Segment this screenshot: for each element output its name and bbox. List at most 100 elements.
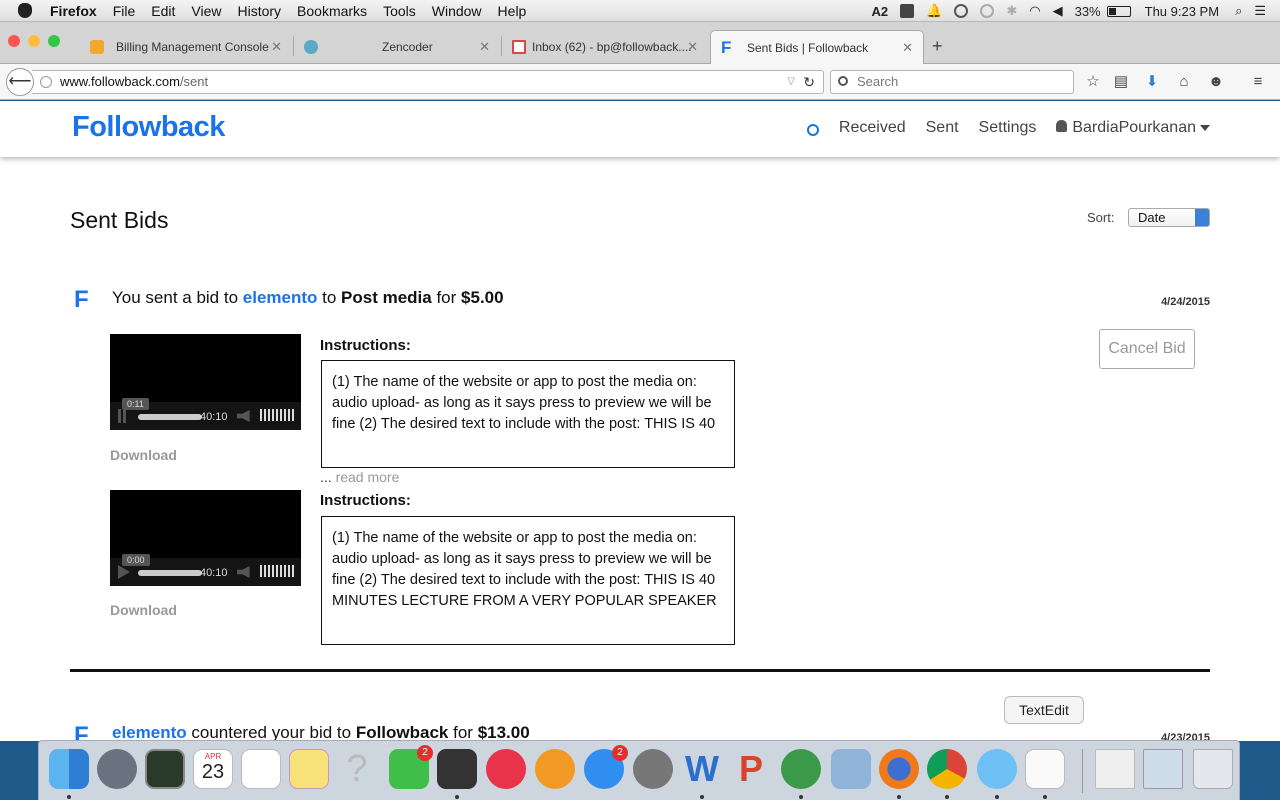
zoom-window-button[interactable]: [48, 35, 60, 47]
finder-icon[interactable]: [49, 749, 89, 789]
bid-middle: countered your bid to: [186, 723, 356, 741]
mission-control-icon[interactable]: [145, 749, 185, 789]
volume-icon[interactable]: ◀: [1053, 3, 1063, 19]
close-tab-icon[interactable]: ✕: [687, 39, 698, 55]
menu-view[interactable]: View: [183, 3, 229, 19]
menu-history[interactable]: History: [229, 3, 289, 19]
network-utility-icon[interactable]: [781, 749, 821, 789]
calendar-icon[interactable]: APR 23: [193, 749, 233, 789]
menu-help[interactable]: Help: [490, 3, 535, 19]
bid-user-link[interactable]: elemento: [243, 288, 318, 307]
battery-percent[interactable]: 33%: [1075, 4, 1101, 19]
downloads-stack-icon[interactable]: [1095, 749, 1135, 789]
launchpad-icon[interactable]: [97, 749, 137, 789]
url-bar[interactable]: www.followback.com/sent ▽ ↻: [32, 70, 824, 94]
messages-icon[interactable]: [977, 749, 1017, 789]
menu-edit[interactable]: Edit: [143, 3, 183, 19]
notes-icon[interactable]: [289, 749, 329, 789]
tab-zencoder[interactable]: Zencoder ✕: [294, 30, 500, 64]
menu-tools[interactable]: Tools: [375, 3, 424, 19]
menu-bookmarks[interactable]: Bookmarks: [289, 3, 375, 19]
tab-title: Inbox (62) - bp@followback....: [532, 40, 692, 54]
search-bar[interactable]: Search: [830, 70, 1074, 94]
menu-app-firefox[interactable]: Firefox: [42, 3, 105, 19]
tab-gmail[interactable]: Inbox (62) - bp@followback.... ✕: [502, 30, 708, 64]
sort-label: Sort:: [1087, 210, 1115, 225]
audio-player[interactable]: 0:00 40:10: [110, 490, 301, 586]
wifi-icon[interactable]: ◠: [1029, 3, 1040, 19]
bookmark-star-icon[interactable]: ☆: [1083, 72, 1103, 92]
textedit-icon[interactable]: [1025, 749, 1065, 789]
download-link[interactable]: Download: [110, 447, 177, 463]
back-button[interactable]: ⟵: [6, 68, 34, 96]
reminders-icon[interactable]: [241, 749, 281, 789]
bid-heading: elemento countered your bid to Followbac…: [112, 723, 530, 741]
notification-center-icon[interactable]: ☰: [1254, 3, 1266, 19]
firefox-icon[interactable]: [879, 749, 919, 789]
bid-user-link[interactable]: elemento: [112, 723, 187, 741]
reading-list-icon[interactable]: ▤: [1111, 72, 1131, 92]
time-machine-icon[interactable]: [980, 4, 995, 18]
nav-received[interactable]: Received: [839, 119, 906, 137]
sort-select[interactable]: Date: [1128, 208, 1210, 227]
play-icon[interactable]: [118, 565, 130, 579]
battery-icon[interactable]: [1106, 5, 1131, 17]
bid-middle: to: [317, 288, 342, 307]
progress-bar[interactable]: [138, 414, 202, 420]
home-icon[interactable]: ⌂: [1174, 72, 1194, 92]
dropbox-icon[interactable]: [900, 4, 915, 18]
nav-settings[interactable]: Settings: [979, 119, 1037, 137]
spotlight-icon[interactable]: ⌕: [1235, 3, 1242, 19]
close-tab-icon[interactable]: ✕: [902, 40, 913, 56]
ibooks-icon[interactable]: [535, 749, 575, 789]
close-window-button[interactable]: [8, 35, 20, 47]
bluetooth-icon[interactable]: ✱: [1006, 3, 1017, 19]
creative-cloud-icon[interactable]: [954, 4, 969, 18]
apple-icon[interactable]: [18, 3, 32, 18]
image-capture-icon[interactable]: [831, 749, 871, 789]
word-icon[interactable]: W: [682, 749, 722, 789]
tab-sent-bids[interactable]: F Sent Bids | Followback ✕: [710, 30, 924, 64]
url-dropdown-icon[interactable]: ▽: [787, 71, 795, 93]
volume-slider[interactable]: [260, 565, 294, 577]
play-icon[interactable]: [118, 409, 126, 423]
followback-logo[interactable]: Followback: [72, 111, 225, 144]
mute-icon[interactable]: [237, 566, 250, 578]
cancel-bid-button[interactable]: Cancel Bid: [1099, 329, 1195, 369]
menu-file[interactable]: File: [105, 3, 144, 19]
minimize-window-button[interactable]: [28, 35, 40, 47]
documents-stack-icon[interactable]: [1143, 749, 1183, 789]
mute-icon[interactable]: [237, 410, 250, 422]
adobe-icon[interactable]: A2: [872, 4, 889, 19]
search-icon[interactable]: [806, 124, 819, 136]
chrome-icon[interactable]: [927, 749, 967, 789]
globe-icon: [40, 76, 52, 88]
nav-sent[interactable]: Sent: [926, 119, 959, 137]
photo-booth-icon[interactable]: [437, 749, 477, 789]
tab-billing[interactable]: Billing Management Console ✕: [80, 30, 292, 64]
user-menu[interactable]: BardiaPourkanan: [1056, 119, 1210, 137]
download-link[interactable]: Download: [110, 602, 177, 618]
close-tab-icon[interactable]: ✕: [479, 39, 490, 55]
audio-player[interactable]: 0:11 40:10: [110, 334, 301, 430]
hello-chat-icon[interactable]: ☻: [1206, 72, 1226, 92]
system-preferences-icon[interactable]: [633, 749, 673, 789]
trash-icon[interactable]: [1193, 749, 1233, 789]
help-icon[interactable]: ?: [337, 749, 377, 789]
volume-slider[interactable]: [260, 409, 294, 421]
reload-icon[interactable]: ↻: [803, 71, 815, 93]
powerpoint-icon[interactable]: P: [731, 749, 771, 789]
close-tab-icon[interactable]: ✕: [271, 39, 282, 55]
progress-bar[interactable]: [138, 570, 202, 576]
downloads-icon[interactable]: ⬇: [1142, 72, 1162, 92]
hamburger-menu-icon[interactable]: ≡: [1248, 72, 1268, 92]
time-tooltip: 0:11: [122, 398, 149, 410]
notification-bell-icon[interactable]: 🔔: [926, 3, 942, 19]
read-more-link[interactable]: read more: [336, 469, 400, 485]
clock[interactable]: Thu 9:23 PM: [1145, 4, 1219, 19]
new-tab-button[interactable]: +: [932, 36, 943, 57]
menu-window[interactable]: Window: [424, 3, 490, 19]
itunes-icon[interactable]: [486, 749, 526, 789]
instructions-label: Instructions:: [320, 492, 411, 509]
search-icon: [838, 76, 848, 86]
